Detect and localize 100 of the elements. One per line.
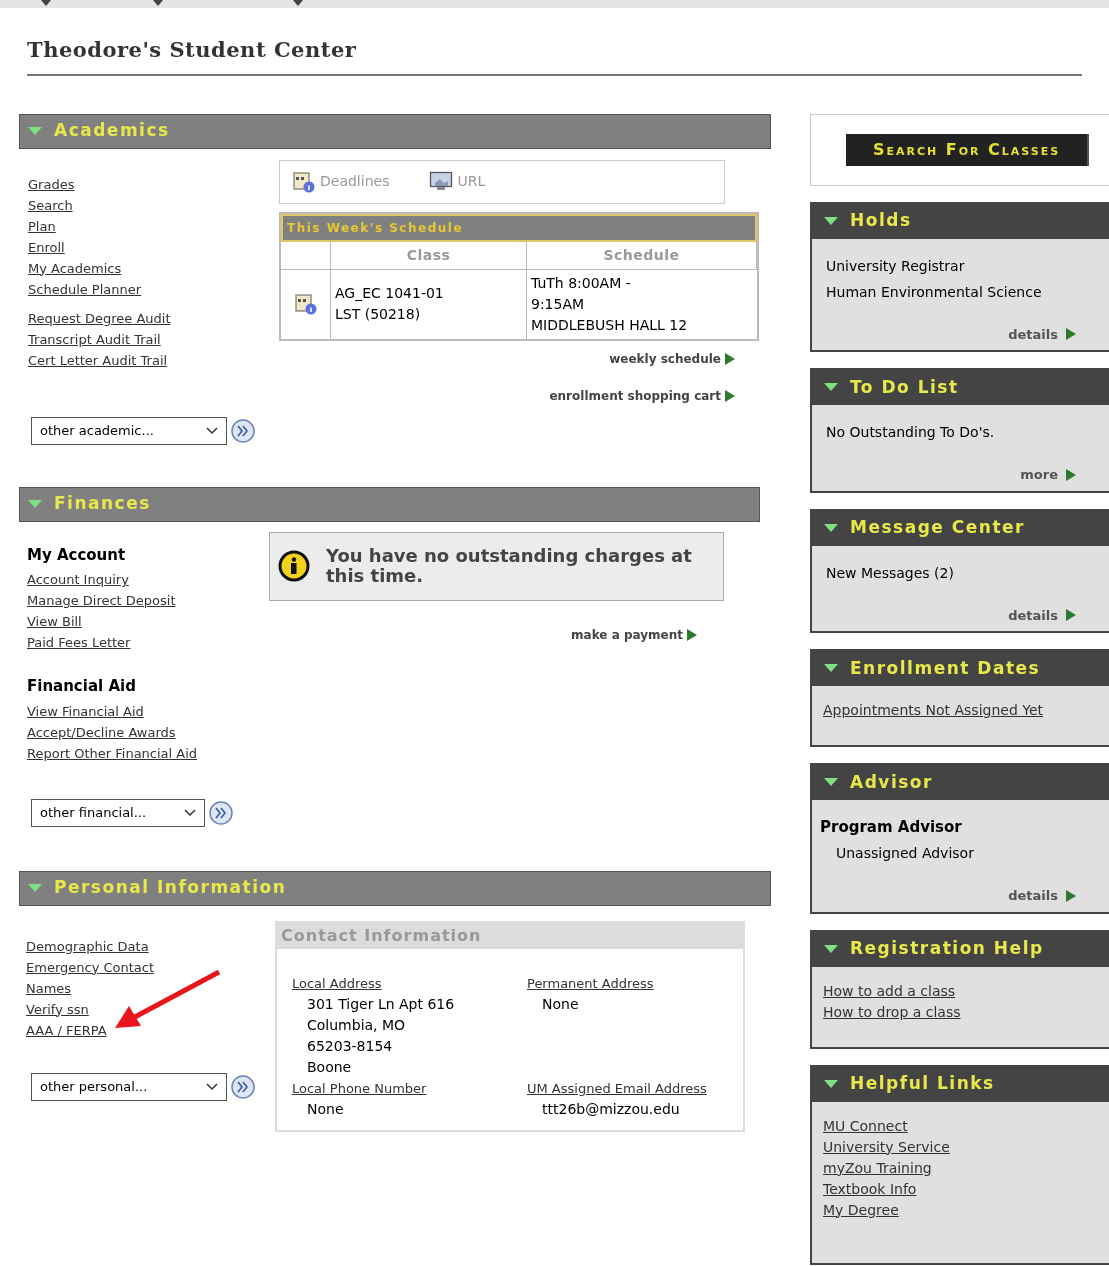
collapse-triangle-icon[interactable] xyxy=(824,1079,838,1089)
dropdown-select[interactable]: other personal... xyxy=(31,1072,227,1101)
panel-text: No Outstanding To Do's. xyxy=(825,423,996,442)
group-heading: My Account xyxy=(27,544,127,566)
link[interactable]: My Academics xyxy=(28,257,122,279)
play-arrow-icon xyxy=(687,628,697,641)
panel-link[interactable]: Appointments Not Assigned Yet xyxy=(820,700,1044,721)
panel-link[interactable]: MU Connect xyxy=(820,1115,908,1137)
dropdown-select[interactable]: other academic... xyxy=(31,416,227,445)
link[interactable]: Paid Fees Letter xyxy=(27,632,131,653)
play-arrow-icon xyxy=(725,352,735,365)
collapse-triangle-icon[interactable] xyxy=(824,664,838,673)
chevron-down-icon xyxy=(184,808,196,817)
calendar-info-icon xyxy=(293,292,318,316)
column-header: Schedule xyxy=(527,241,757,270)
section-title: Personal Information xyxy=(54,876,287,900)
field-value: ttt26b@mizzou.edu xyxy=(541,1099,681,1119)
go-button-icon[interactable] xyxy=(231,418,255,443)
link[interactable]: Grades xyxy=(28,173,75,195)
panel-text: New Messages (2) xyxy=(825,563,955,583)
action-link[interactable]: enrollment shopping cart xyxy=(549,386,721,405)
panel-text: University Registrar xyxy=(825,256,966,276)
info-icon xyxy=(278,550,310,582)
panel-footer-link[interactable]: details xyxy=(1008,324,1058,344)
table-cell-text: TuTh 8:00AM - 9:15AM MIDDLEBUSH HALL 12 xyxy=(530,273,689,335)
link[interactable]: Request Degree Audit xyxy=(28,307,171,329)
collapse-triangle-icon[interactable] xyxy=(824,216,838,226)
chevron-down-icon xyxy=(206,1082,218,1091)
panel-text: Unassigned Advisor xyxy=(835,844,975,863)
dropdown-select[interactable]: other financial... xyxy=(31,798,205,827)
link[interactable]: Accept/Decline Awards xyxy=(27,721,176,743)
field-label[interactable]: Permanent Address xyxy=(527,972,654,994)
field-label[interactable]: UM Assigned Email Address xyxy=(527,1077,707,1099)
go-button-icon[interactable] xyxy=(209,800,233,825)
dropdown-triangle-icon[interactable] xyxy=(41,0,51,6)
field-label[interactable]: Local Phone Number xyxy=(292,1077,427,1099)
notice-text: You have no outstanding charges at this time. xyxy=(326,546,693,586)
panel-title: Message Center xyxy=(850,516,1025,540)
collapse-triangle-icon[interactable] xyxy=(824,944,838,954)
card-title: Contact Information xyxy=(281,924,482,947)
panel-link[interactable]: How to drop a class xyxy=(820,1001,961,1023)
section-title: Academics xyxy=(54,119,170,143)
link[interactable]: Cert Letter Audit Trail xyxy=(28,349,168,371)
table-title: This Week's Schedule xyxy=(287,219,464,237)
calendar-info-icon xyxy=(292,169,316,194)
link[interactable]: Enroll xyxy=(28,236,65,258)
panel-link[interactable]: myZou Training xyxy=(820,1157,932,1179)
link[interactable]: View Financial Aid xyxy=(27,700,144,722)
panel-footer-link[interactable]: more xyxy=(1020,465,1058,485)
play-arrow-icon xyxy=(1066,328,1076,341)
field-value: None xyxy=(541,994,580,1014)
collapse-triangle-icon[interactable] xyxy=(824,778,838,787)
link[interactable]: Report Other Financial Aid xyxy=(27,742,198,764)
link[interactable]: Plan xyxy=(28,215,56,237)
page-title: Theodore's Student Center xyxy=(27,36,358,64)
action-link[interactable]: make a payment xyxy=(571,625,683,644)
link[interactable]: Emergency Contact xyxy=(26,956,155,978)
play-arrow-icon xyxy=(725,389,735,402)
link[interactable]: Manage Direct Deposit xyxy=(27,590,176,611)
go-button-icon[interactable] xyxy=(231,1074,255,1099)
field-label[interactable]: Local Address xyxy=(292,972,382,994)
panel-title: Registration Help xyxy=(850,937,1044,961)
table-cell: AG_EC 1041-01 LST (50218) xyxy=(331,269,527,339)
monitor-icon xyxy=(429,170,454,193)
panel-title: Advisor xyxy=(850,770,933,794)
link[interactable]: View Bill xyxy=(27,611,82,632)
link[interactable]: Transcript Audit Trail xyxy=(28,328,161,350)
collapse-triangle-icon[interactable] xyxy=(824,523,838,533)
column-header: Class xyxy=(331,241,527,270)
panel-link[interactable]: University Service xyxy=(820,1136,950,1158)
link[interactable]: Account Inquiry xyxy=(27,569,129,590)
collapse-triangle-icon[interactable] xyxy=(824,383,838,392)
panel-link[interactable]: My Degree xyxy=(820,1199,899,1221)
panel-footer-link[interactable]: details xyxy=(1008,605,1058,625)
dropdown-triangle-icon[interactable] xyxy=(153,0,163,6)
link[interactable]: Search xyxy=(28,194,73,216)
link[interactable]: Demographic Data xyxy=(26,935,149,957)
link[interactable]: Schedule Planner xyxy=(28,278,142,300)
field-value: 301 Tiger Ln Apt 616 xyxy=(306,994,456,1014)
field-value: Columbia, MO xyxy=(306,1015,407,1035)
panel-title: Helpful Links xyxy=(850,1072,995,1096)
action-link[interactable]: weekly schedule xyxy=(609,349,721,368)
dropdown-triangle-icon[interactable] xyxy=(293,0,303,6)
link[interactable]: Names xyxy=(26,977,72,999)
panel-title: Holds xyxy=(850,209,912,233)
panel-footer-link[interactable]: details xyxy=(1008,886,1058,906)
search-for-classes-button[interactable]: Search For Classes xyxy=(846,133,1089,166)
link[interactable]: Verify ssn xyxy=(26,998,89,1020)
panel-text: Human Environmental Science xyxy=(825,282,1043,302)
panel-title: To Do List xyxy=(850,375,959,399)
play-arrow-icon xyxy=(1066,609,1076,622)
link[interactable]: AAA / FERPA xyxy=(26,1019,107,1041)
play-arrow-icon xyxy=(1066,889,1076,902)
panel-heading: Program Advisor xyxy=(820,817,963,838)
panel-link[interactable]: Textbook Info xyxy=(820,1178,917,1200)
panel-title: Enrollment Dates xyxy=(850,656,1041,680)
panel-link[interactable]: How to add a class xyxy=(820,980,956,1002)
field-value: Boone xyxy=(306,1057,353,1077)
field-value: 65203-8154 xyxy=(306,1036,394,1056)
play-arrow-icon xyxy=(1066,468,1076,481)
